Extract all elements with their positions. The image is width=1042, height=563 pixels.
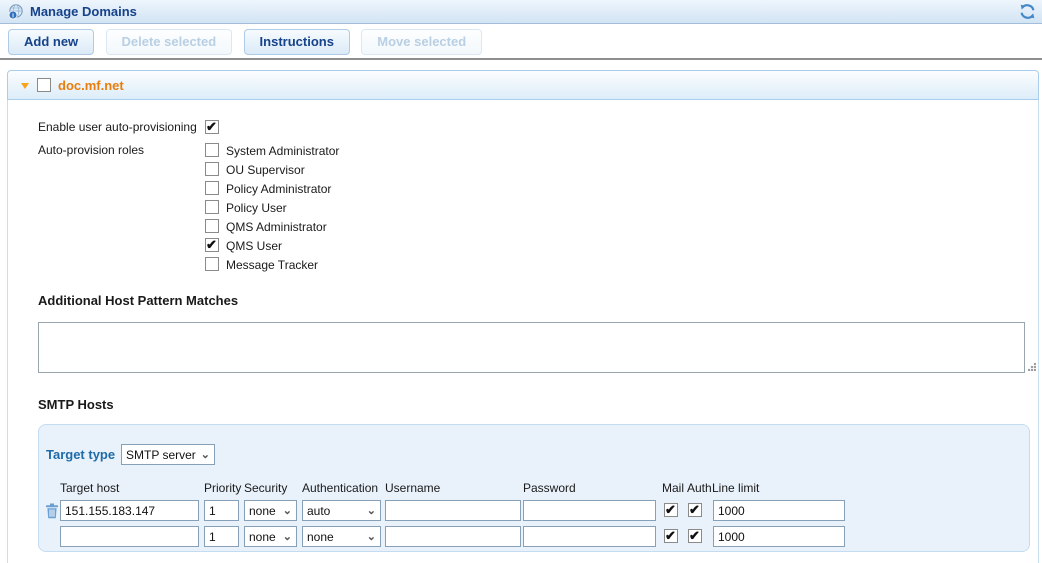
line-limit-input[interactable] [713,500,845,521]
security-select[interactable]: none ⌄ [244,526,297,547]
username-input[interactable] [385,526,521,547]
role-label: OU Supervisor [226,163,305,177]
auto-provisioning-label: Enable user auto-provisioning [38,120,197,134]
globe-icon: i [8,4,24,20]
role-label: Policy Administrator [226,182,332,196]
domain-name[interactable]: doc.mf.net [58,78,124,93]
manage-domains-page: i Manage Domains Add new Delete selected… [0,0,1042,563]
auto-provisioning-checkbox[interactable] [205,119,219,135]
role-checkbox-policy-user[interactable] [205,200,219,214]
col-header-security: Security [244,481,288,495]
auth-checkbox[interactable] [688,528,702,544]
authentication-select[interactable]: auto ⌄ [302,500,381,521]
col-header-authentication: Authentication [302,481,379,495]
line-limit-input[interactable] [713,526,845,547]
target-host-input[interactable] [60,526,199,547]
authentication-value: auto [307,503,331,518]
priority-input[interactable] [204,500,239,521]
role-checkbox-ou-supervisor[interactable] [205,162,219,176]
mail-checkbox[interactable] [664,528,678,544]
page-title: Manage Domains [30,4,137,19]
toolbar: Add new Delete selected Instructions Mov… [0,25,1042,60]
role-label: System Administrator [226,144,340,158]
col-header-password: Password [523,481,576,495]
chevron-down-icon: ⌄ [366,530,376,543]
domain-header[interactable] [7,70,1039,100]
mail-checkbox[interactable] [664,502,678,518]
refresh-icon[interactable] [1019,3,1036,20]
chevron-down-icon: ⌄ [200,448,210,461]
domain-select-checkbox[interactable] [37,78,51,92]
delete-selected-button: Delete selected [105,29,233,55]
role-label: QMS User [226,239,283,253]
role-checkbox-policy-administrator[interactable] [205,181,219,195]
col-header-priority: Priority [204,481,242,495]
target-type-label: Target type [46,447,116,462]
roles-label: Auto-provision roles [38,143,145,157]
security-value: none [249,529,276,544]
chevron-down-icon: ⌄ [282,530,292,543]
target-type-value: SMTP server [126,447,196,462]
role-label: Message Tracker [226,258,319,272]
role-label: QMS Administrator [226,220,327,234]
role-label: Policy User [226,201,287,215]
col-header-mail: Mail [662,481,685,495]
move-selected-button: Move selected [361,29,483,55]
page-header: i Manage Domains [0,0,1042,24]
username-input[interactable] [385,500,521,521]
security-value: none [249,503,276,518]
smtp-hosts-heading: SMTP Hosts [38,397,114,412]
add-new-button[interactable]: Add new [8,29,95,55]
role-checkbox-message-tracker[interactable] [205,257,219,271]
target-type-select[interactable]: SMTP server ⌄ [121,444,215,465]
role-checkbox-qms-administrator[interactable] [205,219,219,233]
collapse-arrow-icon[interactable] [21,83,29,89]
resize-grip-icon[interactable] [1028,363,1036,371]
svg-text:i: i [12,12,14,19]
host-patterns-heading: Additional Host Pattern Matches [38,293,239,308]
col-header-line-limit: Line limit [712,481,760,495]
chevron-down-icon: ⌄ [282,504,292,517]
host-patterns-textarea[interactable] [38,322,1025,373]
security-select[interactable]: none ⌄ [244,500,297,521]
target-host-input[interactable] [60,500,199,521]
role-checkbox-system-administrator[interactable] [205,143,219,157]
col-header-auth: Auth [687,481,712,495]
password-input[interactable] [523,500,656,521]
col-header-username: Username [385,481,441,495]
auth-checkbox[interactable] [688,502,702,518]
trash-icon[interactable] [45,503,59,519]
instructions-button[interactable]: Instructions [243,29,350,55]
priority-input[interactable] [204,526,239,547]
chevron-down-icon: ⌄ [366,504,376,517]
col-header-target-host: Target host [60,481,120,495]
authentication-value: none [307,529,334,544]
password-input[interactable] [523,526,656,547]
role-checkbox-qms-user[interactable] [205,237,219,253]
authentication-select[interactable]: none ⌄ [302,526,381,547]
